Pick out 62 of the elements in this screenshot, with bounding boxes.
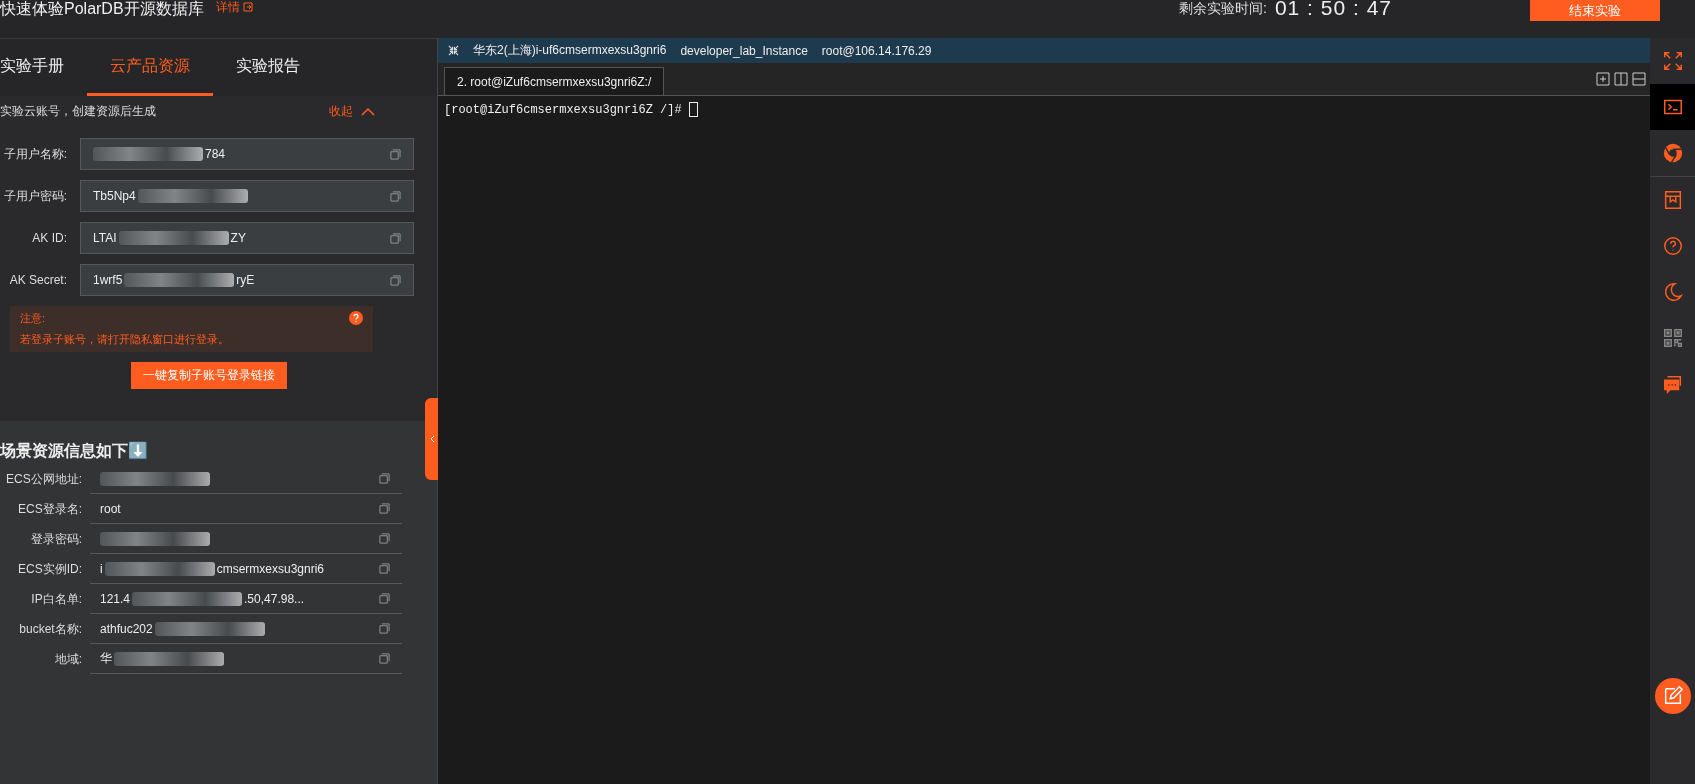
field-label: ECS公网地址: bbox=[5, 470, 82, 488]
copy-icon[interactable] bbox=[379, 563, 390, 574]
cursor bbox=[688, 102, 698, 117]
field-label: IP白名单: bbox=[30, 590, 82, 608]
terminal-line: [root@iZuf6cmsermxexsu3gnri6Z /]# bbox=[444, 102, 683, 117]
split-horizontal-icon[interactable] bbox=[1632, 72, 1646, 86]
copy-icon[interactable] bbox=[390, 190, 401, 202]
countdown-timer: 01 : 50 : 47 bbox=[1274, 0, 1392, 16]
copy-icon[interactable] bbox=[390, 148, 401, 160]
edit-button[interactable] bbox=[1654, 678, 1691, 714]
copy-icon[interactable] bbox=[379, 653, 390, 664]
copy-icon[interactable] bbox=[390, 274, 401, 286]
collapse-icon[interactable] bbox=[448, 45, 459, 56]
panel-tab[interactable]: 实验手册 bbox=[0, 39, 87, 96]
split-vertical-icon[interactable] bbox=[1614, 72, 1628, 86]
page-title: 快速体验PolarDB开源数据库 bbox=[0, 0, 204, 18]
text-field[interactable]: LTAI ZY bbox=[80, 222, 414, 254]
collapse-button[interactable]: 收起 bbox=[323, 101, 381, 121]
field-label: 子用户密码: bbox=[2, 187, 67, 205]
panel-tab[interactable]: 实验报告 bbox=[213, 39, 323, 96]
connection-info: developer_lab_Instance bbox=[680, 43, 808, 58]
panel-tab[interactable]: 云产品资源 bbox=[87, 39, 213, 96]
field-label: bucket名称: bbox=[18, 620, 82, 638]
copy-icon[interactable] bbox=[379, 623, 390, 634]
text-field[interactable]: Tb5Np4 bbox=[80, 180, 414, 212]
field-value: i bbox=[100, 561, 103, 576]
terminal-tab[interactable]: 2. root@iZuf6cmsermxexsu3gnri6Z:/ bbox=[444, 67, 665, 95]
field-label: AK Secret: bbox=[8, 273, 67, 287]
field-value: root bbox=[100, 501, 121, 516]
field-label: 登录密码: bbox=[29, 530, 82, 548]
connection-info: 华东2(上海)i-uf6cmsermxexsu3gnri6 bbox=[473, 42, 667, 59]
chevron-up-icon bbox=[361, 106, 375, 116]
notice-text: 若登录子账号，请打开隐私窗口进行登录。 bbox=[20, 332, 229, 347]
collapse-handle[interactable] bbox=[425, 398, 438, 480]
connection-info: root@106.14.176.29 bbox=[821, 43, 932, 58]
field-label: ECS登录名: bbox=[17, 500, 82, 518]
field-value: cmsermxexsu3gnri6 bbox=[216, 561, 325, 576]
field-value: .50,47.98... bbox=[244, 591, 305, 606]
field-label: 子用户名称: bbox=[2, 145, 67, 163]
field-label: 地域: bbox=[53, 650, 82, 668]
field-label: ECS实例ID: bbox=[17, 560, 82, 578]
terminal-icon[interactable] bbox=[1650, 84, 1695, 130]
field-label: AK ID: bbox=[31, 231, 67, 245]
field-value: 华 bbox=[100, 650, 112, 667]
field-value: 121.4 bbox=[100, 591, 131, 606]
text-field[interactable]: 784 bbox=[80, 138, 414, 170]
chevron-left-icon bbox=[428, 435, 435, 443]
section-title: 实验云账号，创建资源后生成 bbox=[0, 102, 156, 120]
timer-label: 剩余实验时间: bbox=[1179, 0, 1267, 16]
help-icon[interactable] bbox=[349, 311, 363, 325]
section-title: 场景资源信息如下⬇ bbox=[0, 441, 149, 461]
notice-title: 注意: bbox=[20, 311, 47, 326]
copy-icon[interactable] bbox=[379, 593, 390, 604]
details-link[interactable]: 详情 bbox=[215, 0, 253, 14]
copy-icon[interactable] bbox=[390, 232, 401, 244]
external-link-icon bbox=[242, 2, 253, 12]
copy-icon[interactable] bbox=[379, 473, 390, 484]
add-pane-icon[interactable] bbox=[1596, 72, 1610, 86]
text-field[interactable]: 1wrf5 ryE bbox=[80, 264, 414, 296]
copy-icon[interactable] bbox=[379, 503, 390, 514]
copy-icon[interactable] bbox=[379, 533, 390, 544]
field-value: athfuc202 bbox=[100, 621, 153, 636]
